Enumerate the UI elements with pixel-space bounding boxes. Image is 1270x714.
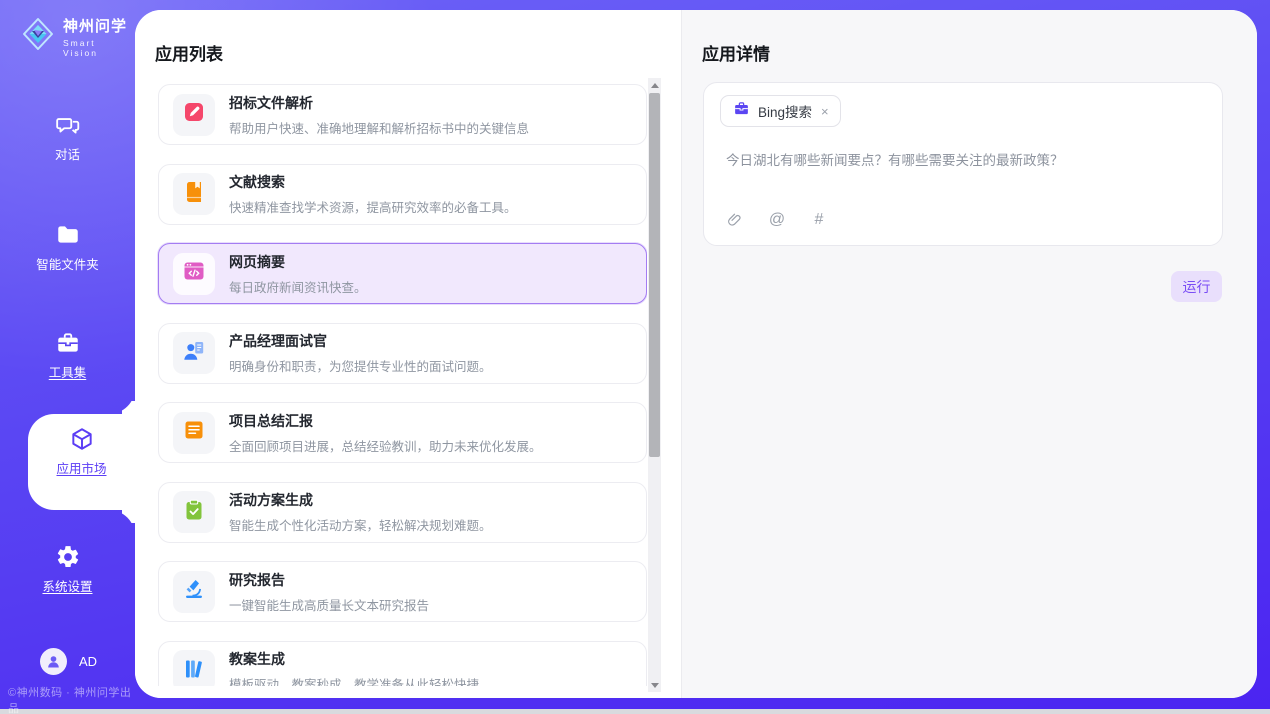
hashtag-icon[interactable]: # [808, 209, 830, 231]
microscope-icon [182, 577, 206, 606]
logo-title: 神州问学 [63, 15, 135, 36]
app-logo: 神州问学 Smart Vision [20, 15, 135, 58]
sidebar-item-settings[interactable]: 系统设置 [0, 544, 135, 596]
app-detail-title: 应用详情 [702, 40, 770, 65]
avatar [40, 648, 67, 675]
user-name: AD [79, 654, 97, 669]
app-card-description: 帮助用户快速、准确地理解和解析招标书中的关键信息 [229, 118, 529, 137]
sidebar-item-toolset[interactable]: 工具集 [0, 330, 135, 382]
sidebar-active-highlight: 应用市场 [28, 414, 135, 510]
sidebar-item-label: 对话 [55, 148, 80, 162]
folder-icon [55, 222, 81, 248]
sidebar-item-label: 应用市场 [56, 462, 106, 476]
app-card[interactable]: 教案生成 模板驱动，教案秒成，教学准备从此轻松快捷 [158, 641, 647, 687]
app-card-description: 快速精准查找学术资源，提高研究效率的必备工具。 [229, 197, 517, 216]
app-card-description: 每日政府新闻资讯快查。 [229, 277, 367, 296]
app-card[interactable]: 活动方案生成 智能生成个性化活动方案，轻松解决规划难题。 [158, 482, 647, 543]
tool-chip-label: Bing搜索 [758, 101, 812, 121]
app-card-title: 产品经理面试官 [229, 331, 492, 351]
app-card-title: 活动方案生成 [229, 490, 492, 510]
sidebar-item-label: 工具集 [49, 366, 87, 380]
logo-diamond-icon [20, 16, 56, 57]
report-icon [182, 418, 206, 447]
app-card[interactable]: 研究报告 一键智能生成高质量长文本研究报告 [158, 561, 647, 622]
scroll-up-button[interactable] [648, 78, 661, 92]
app-card-title: 教案生成 [229, 649, 479, 669]
sidebar-item-chat[interactable]: 对话 [0, 112, 135, 164]
browser-code-icon [182, 259, 206, 288]
app-card-description: 明确身份和职责，为您提供专业性的面试问题。 [229, 356, 492, 375]
briefcase-icon [733, 100, 750, 122]
app-card-description: 模板驱动，教案秒成，教学准备从此轻松快捷 [229, 674, 479, 686]
input-toolbar: @ # [724, 209, 830, 231]
gear-icon [55, 544, 81, 570]
user-account[interactable]: AD [40, 648, 97, 675]
scrollbar-thumb[interactable] [649, 93, 660, 457]
clipboard-check-icon [182, 498, 206, 527]
app-card-title: 网页摘要 [229, 252, 367, 272]
prompt-input-card: Bing搜索 × 今日湖北有哪些新闻要点？有哪些需要关注的最新政策？ @ # [703, 82, 1223, 246]
sidebar-item-label: 智能文件夹 [36, 258, 99, 272]
sidebar-item-label: 系统设置 [42, 580, 92, 594]
logo-subtitle: Smart Vision [63, 38, 135, 58]
app-list-scroll-area: 招标文件解析 帮助用户快速、准确地理解和解析招标书中的关键信息 文献搜索 快速精… [135, 10, 647, 686]
books-icon [182, 657, 206, 686]
toolbox-icon [55, 330, 81, 356]
content-area: 应用列表 招标文件解析 帮助用户快速、准确地理解和解析招标书中的关键信息 文献搜… [135, 10, 1257, 698]
app-card-description: 一键智能生成高质量长文本研究报告 [229, 595, 429, 614]
scroll-down-button[interactable] [648, 678, 661, 692]
interviewer-icon [182, 339, 206, 368]
book-icon [182, 180, 206, 209]
prompt-input[interactable]: 今日湖北有哪些新闻要点？有哪些需要关注的最新政策？ [726, 149, 1196, 169]
copyright-text: ©神州数码 · 神州问学出品 [8, 684, 135, 714]
close-icon[interactable]: × [820, 104, 830, 119]
sidebar-item-smart-folder[interactable]: 智能文件夹 [0, 222, 135, 274]
triangle-up-icon [651, 83, 659, 88]
tool-chip-bing-search[interactable]: Bing搜索 × [720, 95, 841, 127]
app-card[interactable]: 招标文件解析 帮助用户快速、准确地理解和解析招标书中的关键信息 [158, 84, 647, 145]
app-card-title: 招标文件解析 [229, 93, 529, 113]
chat-icon [55, 112, 81, 138]
app-card[interactable]: 文献搜索 快速精准查找学术资源，提高研究效率的必备工具。 [158, 164, 647, 225]
app-card[interactable]: 项目总结汇报 全面回顾项目进展，总结经验教训，助力未来优化发展。 [158, 402, 647, 463]
app-card[interactable]: 产品经理面试官 明确身份和职责，为您提供专业性的面试问题。 [158, 323, 647, 384]
app-card-description: 智能生成个性化活动方案，轻松解决规划难题。 [229, 515, 492, 534]
app-list-panel: 应用列表 招标文件解析 帮助用户快速、准确地理解和解析招标书中的关键信息 文献搜… [135, 10, 681, 698]
mention-icon[interactable]: @ [766, 209, 788, 231]
run-button[interactable]: 运行 [1171, 271, 1222, 302]
sidebar: 神州问学 Smart Vision 对话 智能文件夹 工具集 [0, 0, 135, 709]
scrollbar[interactable] [648, 78, 661, 692]
app-card-title: 项目总结汇报 [229, 411, 542, 431]
edit-square-icon [182, 100, 206, 129]
triangle-down-icon [651, 683, 659, 688]
cube-icon [69, 426, 95, 452]
app-card-description: 全面回顾项目进展，总结经验教训，助力未来优化发展。 [229, 436, 542, 455]
app-card-title: 研究报告 [229, 570, 429, 590]
app-card[interactable]: 网页摘要 每日政府新闻资讯快查。 [158, 243, 647, 304]
app-detail-panel: 应用详情 Bing搜索 × 今日湖北有哪些新闻要点？有哪些需要关注的最新政策？ [681, 10, 1257, 698]
app-card-title: 文献搜索 [229, 172, 517, 192]
paperclip-icon[interactable] [724, 209, 746, 231]
sidebar-item-app-market[interactable]: 应用市场 [28, 426, 135, 478]
